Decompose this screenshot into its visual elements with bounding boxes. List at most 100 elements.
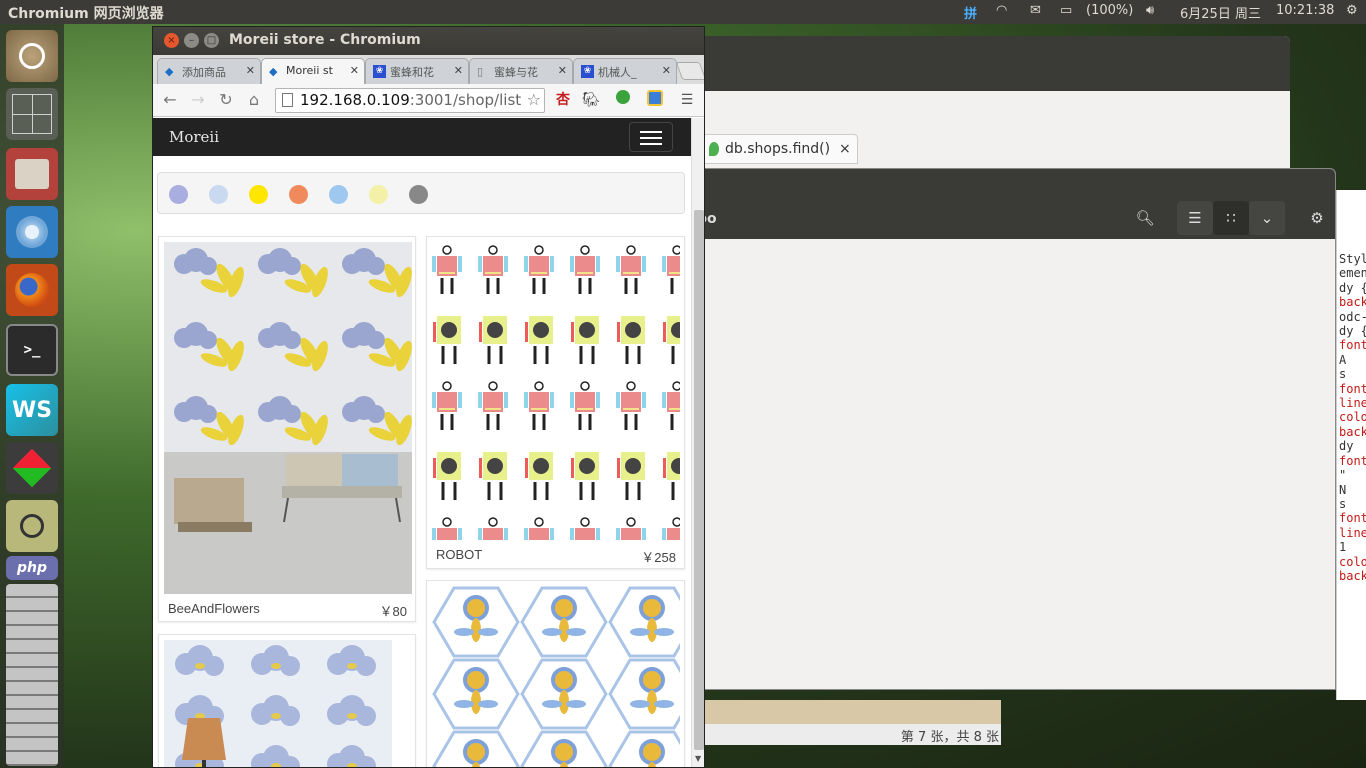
close-window-icon[interactable]: × xyxy=(164,33,179,48)
scroll-down-arrow-icon[interactable]: ▼ xyxy=(695,754,701,763)
site-brand[interactable]: Moreii xyxy=(169,128,219,146)
files-window: bo 🔍︎ ☰ ∷ ⌄ ⚙ xyxy=(690,168,1336,690)
product-card[interactable] xyxy=(158,634,416,767)
devtools-line: s xyxy=(1339,496,1347,511)
extension-apricot-icon[interactable]: 杏 xyxy=(553,90,573,110)
mail-icon[interactable]: ✉ xyxy=(1030,3,1041,18)
tab-label: 添加商品 xyxy=(182,66,226,79)
tab-add-product[interactable]: ◆ 添加商品 ✕ xyxy=(157,58,261,84)
color-filter-dot[interactable] xyxy=(329,185,348,204)
address-bar[interactable]: 192.168.0.109:3001/shop/list ☆ xyxy=(275,88,545,113)
minimize-window-icon[interactable]: – xyxy=(184,33,199,48)
devtools-line: 1 xyxy=(1339,540,1347,555)
color-filter-dot[interactable] xyxy=(209,185,228,204)
mongo-tab[interactable]: db.shops.find() × xyxy=(702,134,858,164)
wifi-icon[interactable]: ◠ xyxy=(996,3,1007,18)
devtools-line: Styles xyxy=(1339,252,1366,266)
evernote-icon[interactable]: 🐘︎ xyxy=(581,90,601,110)
mongo-window-header xyxy=(690,36,1290,91)
power-gear-icon[interactable]: ⚙ xyxy=(1346,3,1358,18)
color-filter-dot[interactable] xyxy=(369,185,388,204)
forward-arrow-icon[interactable]: → xyxy=(187,89,209,111)
reload-icon[interactable]: ↻ xyxy=(215,89,237,111)
close-tab-icon[interactable]: ✕ xyxy=(558,64,567,77)
launcher: >_ WS php xyxy=(0,24,64,768)
battery-icon[interactable]: ▭ xyxy=(1060,3,1072,18)
search-icon[interactable]: 🔍︎ xyxy=(1127,201,1163,235)
tab-label: Moreii st xyxy=(286,64,333,77)
image-viewer-status-bar: 第 7 张，共 8 张 xyxy=(705,724,1001,745)
back-arrow-icon[interactable]: ← xyxy=(159,89,181,111)
devtools-line: font xyxy=(1339,511,1366,526)
product-image[interactable] xyxy=(432,586,680,767)
translate-icon[interactable] xyxy=(645,90,665,110)
product-image[interactable] xyxy=(164,242,412,594)
window-title: Moreii store - Chromium xyxy=(229,32,421,48)
input-method-indicator[interactable]: 拼 xyxy=(964,3,977,22)
tab-label: 蜜蜂和花 xyxy=(390,66,434,79)
firefox-icon[interactable] xyxy=(6,264,58,316)
product-image[interactable] xyxy=(432,242,680,540)
new-tab-button[interactable] xyxy=(675,62,704,80)
volume-icon[interactable]: 🔊︎ xyxy=(1146,3,1154,18)
close-tab-icon[interactable]: ✕ xyxy=(350,64,359,77)
tab-label: 机械人_ xyxy=(598,66,637,79)
product-image[interactable] xyxy=(164,640,392,767)
url-path: :3001/shop/list xyxy=(409,91,522,109)
top-panel: Chromium 网页浏览器 拼 ◠ ✉ ▭ (100%) 🔊︎ 6月25日 周… xyxy=(0,0,1366,24)
robot-wallpaper xyxy=(432,242,680,540)
devtools-line: font xyxy=(1339,381,1366,396)
product-name[interactable]: ROBOT xyxy=(436,547,482,562)
color-filter-dot[interactable] xyxy=(249,185,268,204)
product-card[interactable] xyxy=(426,580,685,767)
ubuntu-dash-icon[interactable] xyxy=(6,30,58,82)
gear-icon[interactable]: ⚙ xyxy=(1299,201,1335,235)
launcher-stack[interactable] xyxy=(6,584,58,766)
devtools-line: colo xyxy=(1339,410,1366,425)
clock-label[interactable]: 10:21:38 xyxy=(1276,3,1334,18)
tab-robot[interactable]: ❀ 机械人_ ✕ xyxy=(573,58,677,84)
product-name[interactable]: BeeAndFlowers xyxy=(168,601,260,616)
chromium-launcher-icon[interactable] xyxy=(6,206,58,258)
home-icon[interactable]: ⌂ xyxy=(243,89,265,111)
window-titlebar[interactable]: × – □ Moreii store - Chromium xyxy=(153,27,704,55)
tab-strip: ◆ 添加商品 ✕ ◆ Moreii st ✕ ❀ 蜜蜂和花 ✕ ▯ 蜜蜂与花 ✕… xyxy=(153,55,704,84)
cube-app-icon[interactable] xyxy=(6,442,58,494)
date-label[interactable]: 6月25日 周三 xyxy=(1180,3,1261,22)
close-tab-icon[interactable]: ✕ xyxy=(246,64,255,77)
product-card[interactable]: ROBOT ￥258 xyxy=(426,236,685,569)
tab-bees-with-flowers[interactable]: ▯ 蜜蜂与花 ✕ xyxy=(469,58,573,84)
terminal-icon[interactable]: >_ xyxy=(6,324,58,376)
tab-moreii-store[interactable]: ◆ Moreii st ✕ xyxy=(261,58,365,84)
workspace-switcher-icon[interactable] xyxy=(6,88,58,140)
bookmark-star-icon[interactable]: ☆ xyxy=(527,90,541,109)
battery-percentage[interactable]: (100%) xyxy=(1086,3,1133,18)
page-scrollbar[interactable]: ▼ xyxy=(691,118,704,767)
close-tab-icon[interactable]: ✕ xyxy=(662,64,671,77)
image-viewer-icon[interactable] xyxy=(6,500,58,552)
mongo-tab-close-icon[interactable]: × xyxy=(839,141,851,157)
product-card[interactable]: BeeAndFlowers ￥80 xyxy=(158,236,416,622)
chevron-down-icon[interactable]: ⌄ xyxy=(1249,201,1285,235)
files-icon[interactable] xyxy=(6,148,58,200)
menu-icon[interactable]: ☰ xyxy=(677,90,697,110)
devtools-line: odc- xyxy=(1339,309,1366,324)
color-filter-dot[interactable] xyxy=(409,185,428,204)
color-filter-dot[interactable] xyxy=(289,185,308,204)
devtools-line: back xyxy=(1339,568,1366,583)
scrollbar-thumb[interactable] xyxy=(694,210,704,750)
close-tab-icon[interactable]: ✕ xyxy=(454,64,463,77)
webstorm-icon[interactable]: WS xyxy=(6,384,58,436)
files-header: bo 🔍︎ ☰ ∷ ⌄ ⚙ xyxy=(691,169,1335,239)
hamburger-menu-icon[interactable] xyxy=(629,122,673,152)
color-filter-dot[interactable] xyxy=(169,185,188,204)
green-leaf-icon[interactable] xyxy=(613,90,633,110)
devtools-line: line xyxy=(1339,525,1366,540)
devtools-line: colo xyxy=(1339,554,1366,569)
grid-view-icon[interactable]: ∷ xyxy=(1213,201,1249,235)
devtools-line: dy xyxy=(1339,439,1354,454)
php-arduino-icon[interactable]: php xyxy=(6,556,58,580)
tab-bees-and-flowers[interactable]: ❀ 蜜蜂和花 ✕ xyxy=(365,58,469,84)
maximize-window-icon[interactable]: □ xyxy=(204,33,219,48)
list-view-icon[interactable]: ☰ xyxy=(1177,201,1213,235)
